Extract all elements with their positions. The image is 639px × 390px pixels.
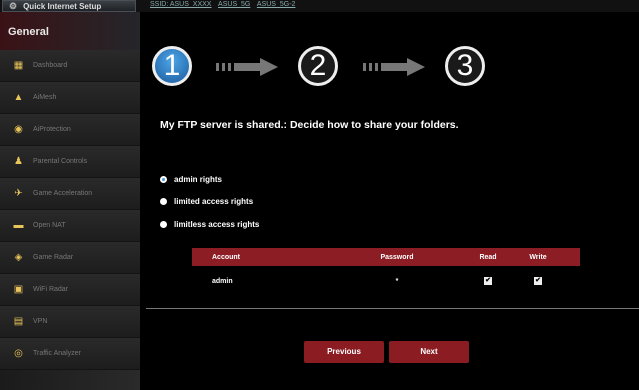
sidebar-item-parental-controls[interactable]: ♟ Parental Controls [0,146,140,178]
radio-limitless-access-rights[interactable]: limitless access rights [160,220,259,229]
ssid-link-3[interactable]: ASUS_5G-2 [257,1,296,8]
radio-selected-icon[interactable] [160,176,167,183]
radio-admin-rights[interactable]: admin rights [160,175,222,184]
page-title: My FTP server is shared.: Decide how to … [160,119,459,131]
radio-label: limited access rights [174,197,254,206]
traffic-analyzer-icon: ◎ [14,348,23,359]
sidebar-item-label: VPN [33,318,48,325]
sidebar-item-label: Dashboard [33,62,68,69]
aiprotection-icon: ◉ [14,124,23,135]
sidebar-item-game-radar[interactable]: ◈ Game Radar [0,242,140,274]
sidebar-item-vpn[interactable]: ▤ VPN [0,306,140,338]
sidebar-item-wifi-radar[interactable]: ▣ WiFi Radar [0,274,140,306]
radio-label: admin rights [174,175,223,184]
game-acceleration-icon: ✈ [14,188,23,199]
header-read: Read [479,253,497,261]
quick-internet-setup-label: Quick Internet Setup [23,2,102,11]
radio-label: limitless access rights [174,220,260,229]
header-password: Password [380,253,414,261]
wifi-radar-icon: ▣ [13,284,24,295]
header-account: Account [212,253,240,261]
next-button[interactable]: Next [389,341,469,363]
header-write: Write [529,253,547,261]
read-checkbox[interactable]: ✔ [484,277,492,285]
sidebar: General ▦ Dashboard ▲ AiMesh ◉ AiProtect… [0,12,140,390]
vpn-icon: ▤ [13,316,24,327]
step-arrow-icon [363,58,425,76]
table-header-row: Account Password Read Write [192,248,580,266]
sidebar-item-aiprotection[interactable]: ◉ AiProtection [0,114,140,146]
previous-button[interactable]: Previous [304,341,384,363]
read-checkbox-cell: ✔ [457,277,519,285]
step-1-indicator: 1 [152,46,192,86]
open-nat-icon: ▬ [13,220,24,231]
ssid-links: SSID: ASUS_XXXX ASUS_5G ASUS_5G-2 [150,0,300,9]
radio-limited-access-rights[interactable]: limited access rights [160,197,253,206]
main-panel: 1 2 3 My FTP server is shared.: Decide h… [140,12,639,390]
account-permissions-table: Account Password Read Write admin * ✔ ✔ [192,248,580,290]
dashboard-icon: ▦ [13,60,24,71]
sidebar-item-label: AiMesh [33,94,57,101]
radio-unselected-icon[interactable] [160,221,167,228]
quick-internet-setup-button[interactable]: ⚙ Quick Internet Setup [2,0,136,12]
sidebar-header: General [0,12,140,50]
step-3-indicator: 3 [445,46,485,86]
sidebar-item-label: Parental Controls [33,158,88,165]
ssid-link-1[interactable]: SSID: ASUS_XXXX [150,1,211,8]
sidebar-item-traffic-analyzer[interactable]: ◎ Traffic Analyzer [0,338,140,370]
sidebar-item-label: WiFi Radar [33,286,69,293]
write-checkbox[interactable]: ✔ [534,277,542,285]
step-arrow-icon [216,58,278,76]
radio-unselected-icon[interactable] [160,198,167,205]
step-2-indicator: 2 [298,46,338,86]
aimesh-icon: ▲ [13,92,24,103]
account-cell: admin [212,277,233,285]
sidebar-item-label: Open NAT [33,222,66,229]
sidebar-item-label: Game Radar [33,254,74,261]
setup-wizard-icon: ⚙ [9,1,18,11]
parental-controls-icon: ♟ [14,156,23,167]
sidebar-item-aimesh[interactable]: ▲ AiMesh [0,82,140,114]
write-checkbox-cell: ✔ [519,277,557,285]
sidebar-item-game-acceleration[interactable]: ✈ Game Acceleration [0,178,140,210]
sidebar-item-label: Game Acceleration [33,190,93,197]
sidebar-item-dashboard[interactable]: ▦ Dashboard [0,50,140,82]
sidebar-item-label: Traffic Analyzer [33,350,81,357]
sidebar-item-label: AiProtection [33,126,71,133]
table-row: admin * ✔ ✔ [192,272,580,290]
divider [146,308,639,309]
password-cell: * [395,277,399,285]
ssid-link-2[interactable]: ASUS_5G [218,1,250,8]
game-radar-icon: ◈ [14,252,23,263]
sidebar-item-open-nat[interactable]: ▬ Open NAT [0,210,140,242]
top-bar: ⚙ Quick Internet Setup SSID: ASUS_XXXX AS… [0,0,639,12]
